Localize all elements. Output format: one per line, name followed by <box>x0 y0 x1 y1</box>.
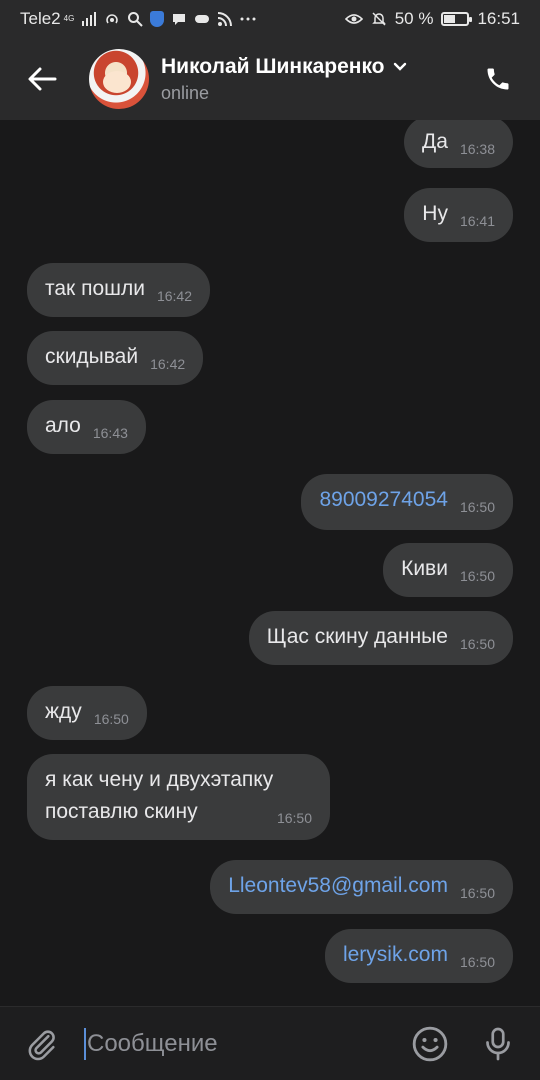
clock-label: 16:51 <box>477 9 520 28</box>
search-icon <box>128 12 144 27</box>
message-bubble-incoming[interactable]: я как чену и двухэтапку поставлю скину 1… <box>27 754 330 840</box>
message-time: 16:41 <box>459 213 495 229</box>
message-text: ало <box>45 414 81 437</box>
message-bubble-incoming[interactable]: скидывай 16:42 <box>27 331 204 385</box>
battery-percent-label: 50 % <box>394 9 434 28</box>
message-composer <box>0 1006 540 1080</box>
message-text: Да <box>422 130 448 153</box>
message-input[interactable] <box>84 1029 408 1058</box>
message-text: скидывай <box>45 345 139 368</box>
message-text: Киви <box>401 557 448 580</box>
chat-header: Николай Шинкаренко online <box>0 38 540 120</box>
chevron-down-icon <box>393 62 406 71</box>
hotspot-icon <box>106 14 119 24</box>
message-text-line: я как чену и двухэтапку <box>45 768 274 791</box>
status-bar: Tele2 4G 50 % 16:51 <box>0 0 540 38</box>
message-bubble-outgoing[interactable]: Ну 16:41 <box>404 188 513 242</box>
message-bubble-outgoing[interactable]: Да 16:38 <box>404 120 513 168</box>
message-text: Ну <box>422 202 448 225</box>
voice-message-button[interactable] <box>476 1022 520 1066</box>
message-time: 16:50 <box>459 885 495 901</box>
carrier-label: Tele2 <box>20 9 61 28</box>
attach-button[interactable] <box>20 1022 64 1066</box>
back-arrow-icon <box>28 67 57 91</box>
message-text: жду <box>45 700 82 723</box>
network-type-label: 4G <box>63 14 75 23</box>
more-icon <box>240 17 256 21</box>
microphone-icon <box>486 1027 510 1060</box>
message-bubble-outgoing[interactable]: Lleontev58@gmail.com 16:50 <box>210 860 513 914</box>
contact-status: online <box>161 82 210 103</box>
shield-icon <box>150 11 165 27</box>
message-input-wrap[interactable] <box>84 1024 408 1064</box>
smiley-icon <box>412 1026 448 1061</box>
contact-name: Николай Шинкаренко <box>161 54 385 78</box>
message-bubble-incoming[interactable]: так пошли 16:42 <box>27 263 211 317</box>
chat-bubble-icon <box>173 14 186 25</box>
call-button[interactable] <box>478 59 518 99</box>
bell-muted-icon <box>371 12 386 26</box>
signal-icon <box>82 12 97 26</box>
message-list[interactable]: Да 16:38 Ну 16:41 так пошли 16:42 скидывай 1… <box>0 120 540 1006</box>
text-cursor <box>84 1027 86 1060</box>
phone-number-link[interactable]: 89009274054 <box>319 486 447 513</box>
chat-screen: Tele2 4G 50 % 16:51 Николай Шинкаренко o… <box>0 0 540 1080</box>
rss-icon <box>218 12 233 27</box>
eye-icon <box>344 14 363 24</box>
message-time: 16:50 <box>459 636 495 652</box>
message-time: 16:38 <box>459 141 495 157</box>
message-text: так пошли <box>45 277 145 300</box>
message-time: 16:50 <box>459 568 495 584</box>
avatar[interactable] <box>89 49 149 109</box>
message-time: 16:50 <box>93 711 129 727</box>
message-bubble-outgoing[interactable]: Киви 16:50 <box>383 543 513 597</box>
message-time: 16:42 <box>156 288 193 304</box>
message-time: 16:50 <box>276 810 312 826</box>
email-link[interactable]: Lleontev58@gmail.com <box>228 872 448 899</box>
url-link[interactable]: lerysik.com <box>343 941 448 968</box>
contact-title[interactable]: Николай Шинкаренко online <box>161 55 407 104</box>
message-bubble-outgoing[interactable]: 89009274054 16:50 <box>301 474 513 530</box>
message-bubble-outgoing[interactable]: Щас скину данные 16:50 <box>248 611 513 665</box>
message-text-line: поставлю скину <box>45 800 198 823</box>
message-bubble-outgoing[interactable]: lerysik.com 16:50 <box>324 929 513 983</box>
message-time: 16:43 <box>92 425 128 441</box>
back-button[interactable] <box>17 54 67 104</box>
emoji-button[interactable] <box>408 1022 452 1066</box>
phone-icon <box>487 68 509 90</box>
gamepad-icon <box>195 15 210 23</box>
message-time: 16:50 <box>459 954 495 970</box>
message-time: 16:42 <box>150 356 186 372</box>
message-bubble-incoming[interactable]: ало 16:43 <box>27 400 146 454</box>
message-text: Щас скину данные <box>266 625 448 648</box>
message-time: 16:50 <box>459 499 495 515</box>
message-bubble-incoming[interactable]: жду 16:50 <box>27 686 147 740</box>
battery-icon <box>441 12 473 26</box>
paperclip-icon <box>28 1029 55 1060</box>
